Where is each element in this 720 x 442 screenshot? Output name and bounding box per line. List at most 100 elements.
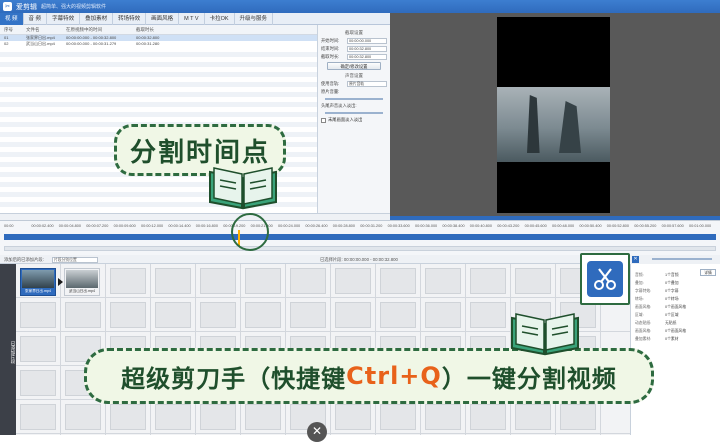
- empty-clip-slot[interactable]: [425, 302, 461, 328]
- clip-caption: 武当山日出.mp4: [69, 289, 95, 293]
- app-icon: ✂: [3, 2, 12, 11]
- ruler-tick-label: 00:00:55.200: [634, 224, 657, 228]
- preview-screen[interactable]: [497, 17, 610, 213]
- ruler-tick-label: 00:00:50.400: [579, 224, 602, 228]
- empty-clip-slot[interactable]: [245, 404, 281, 430]
- empty-clip-slot[interactable]: [470, 404, 506, 430]
- storyboard-clip[interactable]: 张家界日出.mp4: [20, 268, 56, 296]
- start-time-field: 开始时间: 00:00:00.000: [321, 38, 387, 44]
- ruler-tick-label: 00:00:52.800: [606, 224, 629, 228]
- main-tabs: 视 频 音 频 字幕特效 叠加素材 转场特效 画面风格 M T V 卡拉OK 升…: [0, 13, 390, 25]
- tab-mtv[interactable]: M T V: [179, 13, 205, 25]
- empty-clip-slot[interactable]: [515, 268, 551, 294]
- close-circle-icon[interactable]: ✕: [307, 422, 327, 442]
- ruler-tick-label: 00:00:02.400: [31, 224, 54, 228]
- audio-track-select[interactable]: 原片音轨: [347, 81, 387, 87]
- empty-clip-slot[interactable]: [20, 370, 56, 396]
- col-index[interactable]: 序号: [0, 25, 22, 34]
- empty-clip-slot[interactable]: [245, 268, 281, 294]
- zoom-slider[interactable]: [652, 258, 712, 260]
- preview-frame-image: [497, 87, 610, 162]
- volume-field: 原片音量:: [321, 89, 387, 95]
- tab-transitions[interactable]: 转场特效: [113, 13, 147, 25]
- ruler-tick-label: 00:00:04.800: [58, 224, 81, 228]
- empty-clip-slot[interactable]: [155, 302, 191, 328]
- empty-clip-slot[interactable]: [425, 404, 461, 430]
- empty-clip-slot[interactable]: [110, 404, 146, 430]
- empty-clip-slot[interactable]: [65, 302, 101, 328]
- app-subtitle: 超简单、强大的视频剪辑软件: [41, 4, 107, 10]
- scissors-icon: [587, 261, 623, 297]
- property-value: 0个画面风格: [665, 329, 687, 333]
- ruler-tick-label: 00:00:45.600: [524, 224, 547, 228]
- timeline-track[interactable]: [4, 234, 716, 240]
- empty-clip-slot[interactable]: [335, 404, 371, 430]
- property-key: 叠加:: [635, 281, 644, 285]
- tip-hotkey: Ctrl+Q: [346, 362, 442, 390]
- tab-styles[interactable]: 画面风格: [146, 13, 180, 25]
- property-row: 画面风格: 0个画面风格: [635, 303, 716, 311]
- audio-track-field: 使用音轨: 原片音轨: [321, 81, 387, 87]
- end-time-input[interactable]: 00:00:32.800: [347, 46, 387, 52]
- ruler-tick-label: 00:00:36.000: [415, 224, 438, 228]
- clip-thumbnail: [22, 270, 54, 288]
- super-cutter-button[interactable]: [580, 253, 630, 305]
- empty-clip-slot[interactable]: [200, 302, 236, 328]
- empty-clip-slot[interactable]: [20, 404, 56, 430]
- empty-clip-slot[interactable]: [515, 404, 551, 430]
- details-button[interactable]: 详情: [700, 269, 716, 276]
- empty-clip-slot[interactable]: [560, 404, 596, 430]
- duration-input[interactable]: 00:00:32.800: [347, 54, 387, 60]
- empty-clip-slot[interactable]: [290, 302, 326, 328]
- col-filename[interactable]: 文件名: [22, 25, 62, 34]
- empty-clip-slot[interactable]: [200, 268, 236, 294]
- empty-clip-slot[interactable]: [110, 302, 146, 328]
- fade-slider[interactable]: [325, 112, 383, 114]
- empty-clip-slot[interactable]: [380, 268, 416, 294]
- tab-video[interactable]: 视 频: [0, 13, 24, 25]
- tab-karaoke[interactable]: 卡拉OK: [205, 13, 235, 25]
- empty-clip-slot[interactable]: [20, 302, 56, 328]
- empty-clip-slot[interactable]: [155, 268, 191, 294]
- empty-clip-slot[interactable]: [335, 302, 371, 328]
- clip-order-select[interactable]: 片段分别位置: [52, 257, 98, 263]
- empty-clip-slot[interactable]: [155, 404, 191, 430]
- empty-clip-slot[interactable]: [290, 268, 326, 294]
- volume-label: 原片音量:: [321, 89, 340, 94]
- ruler-tick-label: 00:00:24.000: [278, 224, 301, 228]
- ruler-tick-label: 00:00:28.800: [332, 224, 355, 228]
- storyboard-clip[interactable]: 武当山日出.mp4: [64, 268, 100, 296]
- property-row: 字幕特效: 0个字幕: [635, 287, 716, 295]
- close-icon[interactable]: ✕: [632, 256, 639, 263]
- audio-settings-title: 声音设置: [345, 73, 363, 78]
- ruler-tick-label: 00:00:16.800: [195, 224, 218, 228]
- freeze-frame-checkbox[interactable]: [321, 117, 326, 123]
- col-time[interactable]: 在原视频中的时间: [62, 25, 132, 34]
- empty-clip-slot[interactable]: [20, 336, 56, 362]
- end-time-label: 结束时间:: [321, 46, 340, 51]
- split-point-highlight: [231, 213, 269, 251]
- col-duration[interactable]: 截取时长: [132, 25, 172, 34]
- timeline-scrollbar[interactable]: [4, 246, 716, 251]
- empty-clip-slot[interactable]: [110, 268, 146, 294]
- empty-clip-slot[interactable]: [380, 302, 416, 328]
- clip-order-label: 添加后的已添加片段:: [4, 257, 44, 262]
- property-value: 无贴纸: [665, 321, 677, 325]
- added-clips-tab[interactable]: 已添加片段: [0, 264, 16, 435]
- empty-clip-slot[interactable]: [425, 268, 461, 294]
- tab-overlay[interactable]: 叠加素材: [80, 13, 114, 25]
- empty-clip-slot[interactable]: [245, 302, 281, 328]
- empty-clip-slot[interactable]: [335, 268, 371, 294]
- confirm-settings-button[interactable]: 确定/修改设置: [327, 62, 381, 70]
- tab-upgrade[interactable]: 升级与服务: [235, 13, 274, 25]
- empty-clip-slot[interactable]: [65, 404, 101, 430]
- freeze-frame-option[interactable]: 末尾画面淡入淡出: [321, 117, 387, 123]
- empty-clip-slot[interactable]: [200, 404, 236, 430]
- volume-slider[interactable]: [325, 98, 383, 100]
- tab-audio[interactable]: 音 频: [24, 13, 48, 25]
- empty-clip-slot[interactable]: [380, 404, 416, 430]
- tab-subtitle-effects[interactable]: 字幕特效: [47, 13, 81, 25]
- empty-clip-slot[interactable]: [470, 302, 506, 328]
- start-time-input[interactable]: 00:00:00.000: [347, 38, 387, 44]
- empty-clip-slot[interactable]: [470, 268, 506, 294]
